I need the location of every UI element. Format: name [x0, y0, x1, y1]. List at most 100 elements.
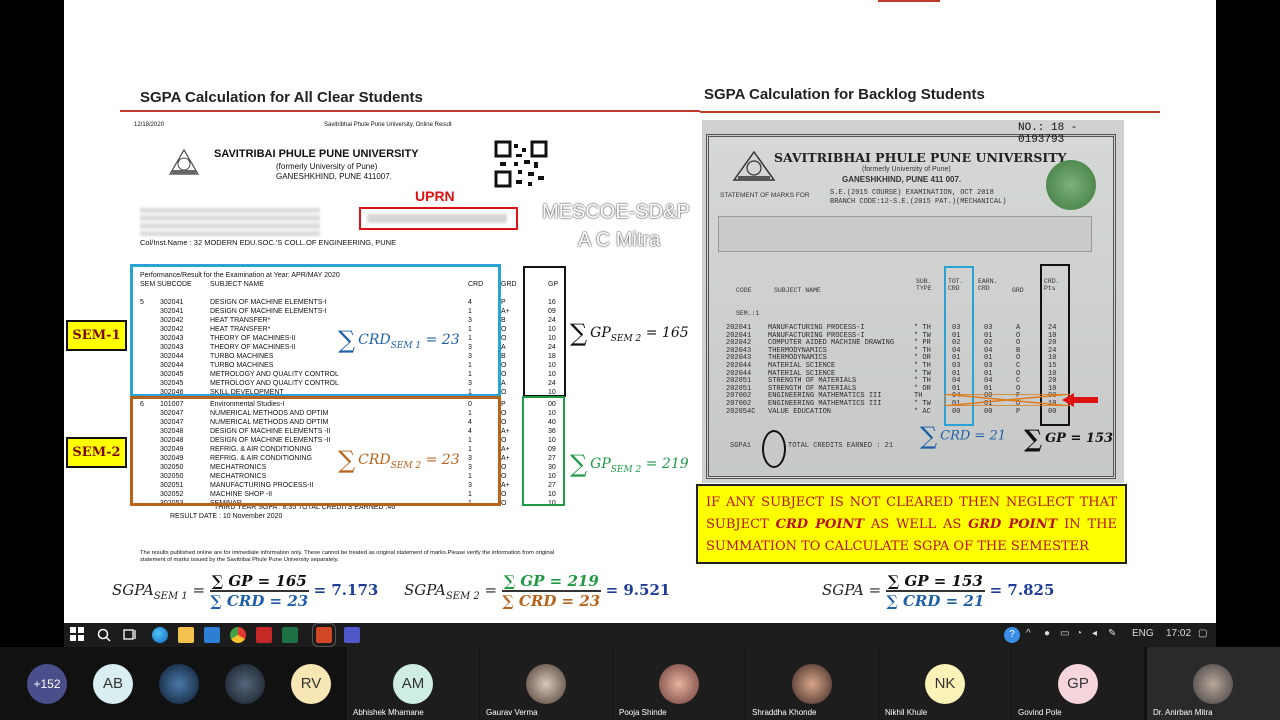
excel-icon[interactable] — [282, 627, 298, 643]
doc-univ-addr: GANESHKHIND, PUNE 411007. — [276, 172, 392, 181]
f1-numerator: ∑ GP = 165 — [209, 572, 309, 592]
uprn-box — [359, 207, 518, 230]
sgpa-sem1-formula: SGPASEM 1 = ∑ GP = 165 ∑ CRD = 23 = 7.173 — [112, 572, 379, 610]
table-cell: A — [501, 344, 506, 351]
table-cell: O — [501, 410, 507, 417]
marksheet-photo: NO.: 18 - 0193793 SAVITRIBHAI PHULE PUNE… — [702, 120, 1124, 483]
chrome-icon[interactable] — [230, 627, 246, 643]
table-cell: O — [501, 371, 507, 378]
branch-code: BRANCH CODE:12-S.E.(2015 PAT.)(MECHANICA… — [830, 198, 1007, 206]
credits-earned: TOTAL CREDITS EARNED : 21 — [788, 442, 894, 450]
crd-sem2-sum: ∑ CRDSEM 2 = 23 — [338, 446, 460, 474]
marksheet-univ-addr: GANESHKHIND, PUNE 411 007. — [842, 175, 962, 184]
table-cell: B — [501, 317, 506, 324]
f1-result: = 7.173 — [313, 581, 379, 599]
doc-date: 12/18/2020 — [134, 122, 165, 128]
f3-result: = 7.825 — [989, 581, 1055, 599]
result-date: RESULT DATE : 10 November 2020 — [170, 513, 283, 520]
f2-denominator: ∑ CRD = 23 — [502, 592, 601, 610]
participant-name: Dr. Anirban Mitra — [1153, 708, 1213, 717]
pcol-subtype: SUB. TYPE — [916, 278, 932, 292]
blurred-student-info — [140, 208, 320, 236]
participant-name: Gaurav Verma — [486, 708, 538, 717]
participant-tile[interactable]: AB — [80, 647, 146, 720]
edge-icon[interactable] — [152, 627, 168, 643]
crd-sem1-sum: ∑ CRDSEM 1 = 23 — [338, 326, 460, 354]
participant-tile[interactable] — [146, 647, 212, 720]
marksheet-cell: 00 — [984, 407, 993, 416]
exam-name: S.E.(2015 COURSE) EXAMINATION, OCT 2018 — [830, 189, 994, 197]
sem2-gp-box — [522, 396, 565, 506]
left-title: SGPA Calculation for All Clear Students — [140, 89, 423, 106]
participant-avatar: AB — [93, 664, 133, 704]
mail-icon[interactable] — [204, 627, 220, 643]
participant-avatar: AM — [393, 664, 433, 704]
gp-sem1-sum: ∑ GPSEM 2 = 165 — [570, 319, 689, 347]
participant-name: Govind Pole — [1018, 708, 1062, 717]
participant-avatar: NK — [925, 664, 965, 704]
powerpoint-icon[interactable] — [312, 623, 336, 647]
windows-taskbar: ? ^ ● ▭ ◔ ◂ ✎ ENG 17:02 ▢ — [64, 623, 1216, 647]
task-view-icon[interactable] — [122, 627, 138, 643]
marksheet-univ-name: SAVITRIBHAI PHULE PUNE UNIVERSITY — [774, 150, 1067, 165]
participant-tile[interactable]: Gaurav Verma — [480, 647, 612, 720]
doc-univ-name: SAVITRIBAI PHULE PUNE UNIVERSITY — [214, 148, 419, 160]
windows-start-icon[interactable] — [70, 627, 86, 643]
participants-strip: +152 AB RV AM Abhishek Mhamane Gaurav Ver… — [0, 647, 1280, 720]
stmt-label: STATEMENT OF MARKS FOR — [720, 192, 810, 199]
marksheet-cell: * AC — [914, 407, 931, 416]
participant-tile[interactable]: GP Govind Pole — [1012, 647, 1144, 720]
participant-tile[interactable]: Dr. Anirban Mitra — [1147, 647, 1280, 720]
participant-tile[interactable]: Shraddha Khonde — [746, 647, 878, 720]
presentation-slide: SGPA Calculation for All Clear Students … — [64, 0, 1216, 623]
f2-numerator: ∑ GP = 219 — [501, 572, 601, 592]
media-app-icon[interactable] — [256, 627, 272, 643]
participant-tile[interactable] — [212, 647, 278, 720]
microphone-icon[interactable]: ● — [1044, 628, 1050, 639]
participant-name: Abhishek Mhamane — [353, 708, 424, 717]
marksheet-cell: 202054C — [726, 407, 756, 416]
doc-site: Savitribhai Phule Pune University, Onlin… — [324, 122, 452, 128]
sem1-gp-box — [523, 266, 566, 397]
participant-photo — [225, 664, 265, 704]
gp-sem2-sum: ∑ GPSEM 2 = 219 — [570, 450, 689, 478]
notifications-icon[interactable]: ▢ — [1198, 628, 1207, 639]
table-cell: A+ — [501, 428, 510, 435]
participant-tile[interactable]: AM Abhishek Mhamane — [347, 647, 479, 720]
pen-icon[interactable]: ✎ — [1108, 628, 1116, 639]
table-cell: O — [501, 500, 507, 507]
sgpa-blank-circle — [762, 430, 786, 468]
more-participants-button[interactable]: +152 — [27, 664, 67, 704]
clock[interactable]: 17:02 — [1166, 628, 1191, 639]
sem2-tag: SEM-2 — [66, 437, 127, 468]
table-cell: P — [501, 401, 506, 408]
tray-chevron-icon[interactable]: ^ — [1026, 628, 1031, 639]
table-cell: O — [501, 335, 507, 342]
red-arrow-icon — [1062, 393, 1098, 407]
sgpa-backlog-formula: SGPA = ∑ GP = 153 ∑ CRD = 21 = 7.825 — [822, 572, 1055, 610]
participant-tile[interactable]: NK Nikhil Khule — [879, 647, 1011, 720]
participant-tile[interactable]: RV — [278, 647, 344, 720]
search-icon[interactable] — [96, 627, 112, 643]
col-header-grd: GRD — [501, 281, 517, 288]
help-icon[interactable]: ? — [1004, 627, 1020, 643]
fail-row-cross — [943, 393, 1071, 407]
note-grd-point: GRD POINT — [968, 517, 1058, 532]
participant-tile[interactable]: Pooja Shinde — [613, 647, 745, 720]
wifi-icon[interactable]: ◔ — [1076, 628, 1082, 639]
table-cell: O — [501, 362, 507, 369]
pcol-subject: SUBJECT NAME — [774, 287, 821, 294]
marksheet-cell: VALUE EDUCATION — [768, 407, 832, 416]
participant-photo — [792, 664, 832, 704]
participant-avatar: RV — [291, 664, 331, 704]
teams-icon[interactable] — [344, 627, 360, 643]
gp-sum-right: ∑ GP = 153 — [1024, 424, 1114, 453]
sgpa-sem2-formula: SGPASEM 2 = ∑ GP = 219 ∑ CRD = 23 = 9.521 — [404, 572, 671, 610]
volume-icon[interactable]: ◂ — [1092, 628, 1097, 639]
file-explorer-icon[interactable] — [178, 627, 194, 643]
battery-icon[interactable]: ▭ — [1060, 628, 1069, 639]
table-cell: O — [501, 464, 507, 471]
sem1-tag: SEM-1 — [66, 320, 127, 351]
watermark-line-1: MESCOE-SD&P — [542, 201, 690, 223]
language-indicator[interactable]: ENG — [1132, 628, 1154, 639]
